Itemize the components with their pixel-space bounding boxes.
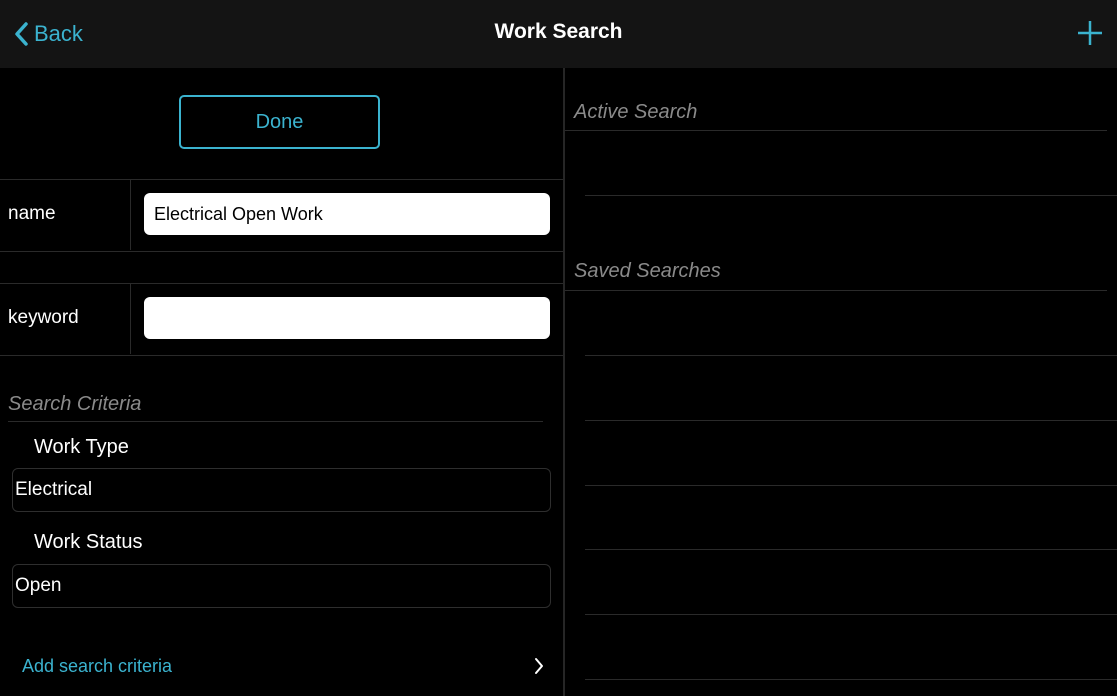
divider [8,421,543,422]
plus-icon [1078,21,1102,45]
chevron-right-icon [535,658,543,674]
field-separator [130,284,131,354]
divider [565,290,1107,291]
name-field-label: name [8,203,56,224]
list-row-separator [585,549,1117,550]
navigation-bar: Back Work Search [0,0,1117,68]
keyword-field-label: keyword [8,307,79,328]
list-row-separator [585,195,1117,196]
divider [0,355,563,356]
searches-list-pane: Active Search Saved Searches [565,68,1117,696]
work-type-value[interactable]: Electrical [12,468,551,512]
app-window: Back Work Search Done name keyword Searc… [0,0,1117,696]
list-row-separator [585,485,1117,486]
list-row-separator [585,420,1117,421]
search-criteria-header: Search Criteria [8,393,142,415]
add-search-criteria-label: Add search criteria [22,655,173,676]
list-row-separator [585,679,1117,680]
work-type-value-text: Electrical [15,479,93,500]
add-search-criteria-link[interactable]: Add search criteria [22,651,550,681]
work-status-label: Work Status [34,531,143,553]
divider [0,251,563,252]
keyword-input[interactable] [144,297,550,339]
saved-searches-header: Saved Searches [574,260,721,282]
work-status-value-text: Open [15,575,62,596]
keyword-field-row: keyword [0,284,563,354]
done-button[interactable]: Done [179,95,380,149]
add-button[interactable] [1075,18,1105,48]
list-row-separator [585,614,1117,615]
field-separator [130,180,131,250]
search-editor-pane: Done name keyword Search Criteria Work T… [0,68,563,696]
work-type-label: Work Type [34,436,129,458]
name-field-row: name [0,180,563,250]
page-title: Work Search [494,20,623,43]
divider [565,130,1107,131]
name-input[interactable] [144,193,550,235]
active-search-header: Active Search [574,101,698,123]
work-status-value[interactable]: Open [12,564,551,608]
list-row-separator [585,355,1117,356]
